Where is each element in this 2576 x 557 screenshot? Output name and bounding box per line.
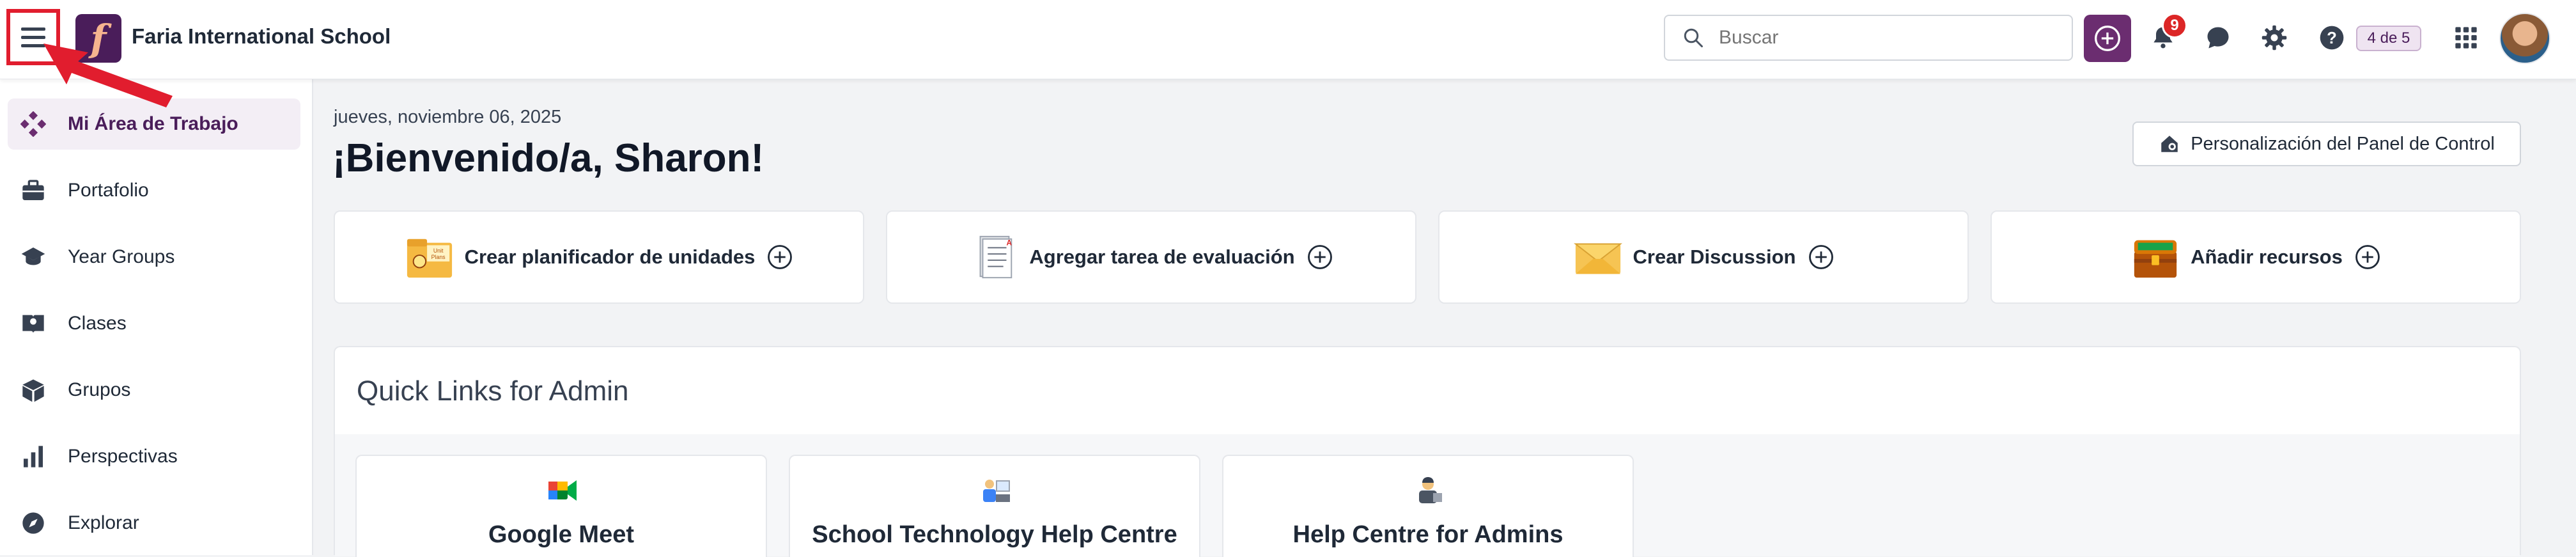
create-button[interactable]	[2084, 15, 2131, 62]
top-bar: f Faria International School 9	[0, 0, 2576, 79]
current-date: jueves, noviembre 06, 2025	[334, 107, 562, 127]
svg-text:?: ?	[2327, 29, 2337, 47]
assessment-icon: A	[979, 235, 1013, 279]
sidebar-item-label: Perspectivas	[68, 446, 178, 467]
tech-help-icon	[983, 480, 1010, 502]
graduation-cap-icon	[19, 243, 47, 271]
create-unit-planner-card[interactable]: Unit Plans Crear planificador de unidade…	[334, 210, 864, 304]
cube-icon	[19, 376, 47, 404]
page-title: ¡Bienvenido/a, Sharon!	[332, 136, 764, 180]
svg-text:A: A	[1007, 239, 1013, 247]
plus-circle-icon	[768, 245, 793, 269]
unit-planner-icon: Unit Plans	[407, 239, 452, 278]
quick-link-tech-help-centre[interactable]: School Technology Help Centre	[789, 455, 1200, 557]
sidebar-item-label: Portafolio	[68, 180, 149, 201]
class-book-icon	[19, 310, 47, 338]
notification-badge: 9	[2162, 13, 2187, 38]
quick-link-google-meet[interactable]: Google Meet	[355, 455, 767, 557]
plus-circle-icon	[1808, 245, 1833, 269]
briefcase-icon	[19, 177, 47, 205]
add-resources-card[interactable]: Añadir recursos	[1990, 210, 2521, 304]
bar-chart-icon	[19, 443, 47, 471]
plus-circle-icon	[2355, 245, 2380, 269]
help-button[interactable]: ?	[2314, 20, 2350, 56]
action-label: Crear Discussion	[1633, 246, 1796, 268]
svg-text:Plans: Plans	[431, 254, 446, 260]
messages-button[interactable]	[2200, 20, 2236, 56]
google-meet-icon	[548, 480, 577, 501]
user-avatar[interactable]	[2499, 13, 2550, 64]
sidebar-item-portfolio[interactable]: Portafolio	[8, 165, 300, 216]
admin-help-icon	[1419, 477, 1442, 503]
annotation-arrow-icon	[43, 43, 173, 107]
plus-circle-icon	[1307, 245, 1332, 269]
create-discussion-card[interactable]: Crear Discussion	[1438, 210, 1969, 304]
quick-links-title: Quick Links for Admin	[357, 375, 629, 407]
action-label: Crear planificador de unidades	[464, 246, 756, 268]
compass-icon	[19, 509, 47, 537]
apps-button[interactable]	[2448, 20, 2484, 56]
sidebar-item-year-groups[interactable]: Year Groups	[8, 231, 300, 283]
sidebar-item-label: Explorar	[68, 512, 139, 533]
sidebar-item-groups[interactable]: Grupos	[8, 365, 300, 416]
settings-button[interactable]	[2256, 20, 2292, 56]
sidebar-item-classes[interactable]: Clases	[8, 298, 300, 349]
quick-link-label: Google Meet	[488, 521, 635, 548]
quick-link-label: Help Centre for Admins	[1292, 521, 1563, 548]
app-grid-icon	[2455, 27, 2477, 49]
search-input[interactable]	[1718, 26, 2065, 49]
quick-link-label: School Technology Help Centre	[812, 521, 1177, 548]
treasure-chest-icon	[2134, 240, 2177, 278]
workspace-icon	[19, 110, 47, 138]
home-settings-icon	[2161, 136, 2178, 152]
envelope-icon	[1573, 243, 1622, 274]
sidebar-item-insights[interactable]: Perspectivas	[8, 431, 300, 482]
action-label: Añadir recursos	[2191, 246, 2343, 268]
sidebar-item-label: Year Groups	[68, 246, 175, 267]
svg-text:Unit: Unit	[433, 247, 443, 254]
sidebar-item-label: Mi Área de Trabajo	[68, 113, 238, 134]
chat-bubble-icon	[2207, 27, 2229, 49]
sidebar-item-label: Clases	[68, 313, 127, 334]
sidebar-item-label: Grupos	[68, 379, 131, 400]
customize-dashboard-label: Personalización del Panel de Control	[2191, 133, 2495, 154]
plus-circle-icon	[2095, 26, 2120, 51]
add-assessment-card[interactable]: A Agregar tarea de evaluación	[886, 210, 1416, 304]
search-field[interactable]	[1664, 15, 2073, 61]
gear-icon	[2262, 25, 2287, 51]
customize-dashboard-button[interactable]: Personalización del Panel de Control	[2132, 122, 2521, 166]
action-label: Agregar tarea de evaluación	[1029, 246, 1295, 268]
quick-link-admin-help-centre[interactable]: Help Centre for Admins	[1222, 455, 1634, 557]
search-icon	[1684, 28, 1703, 47]
sidebar: Mi Área de Trabajo Portafolio Year Group…	[0, 79, 313, 555]
help-icon: ?	[2320, 26, 2344, 50]
sidebar-item-explore[interactable]: Explorar	[8, 498, 300, 549]
page-indicator[interactable]: 4 de 5	[2356, 26, 2421, 51]
